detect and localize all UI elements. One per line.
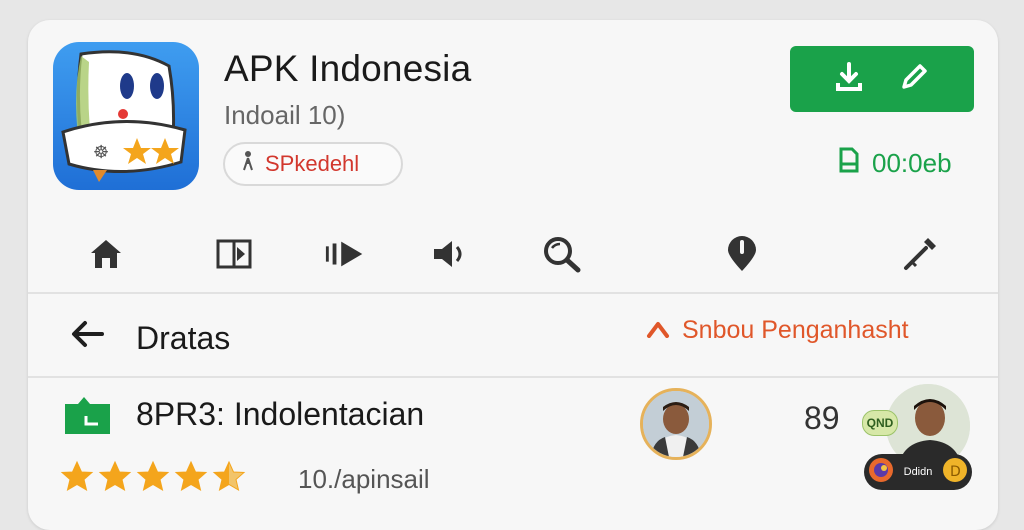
star-icon <box>60 460 94 492</box>
install-button[interactable] <box>790 46 974 112</box>
person-icon <box>241 150 255 178</box>
developer-name: SPkedehl <box>265 151 360 176</box>
user-badge: Ddidn D <box>864 454 972 490</box>
app-icon[interactable]: ☸ <box>53 42 199 190</box>
star-icon <box>212 460 246 492</box>
section-title: Dratas <box>136 320 231 356</box>
download-icon <box>834 61 864 98</box>
volume-icon[interactable] <box>428 232 472 276</box>
coin-icon: D <box>940 455 970 490</box>
search-icon[interactable] <box>540 232 584 276</box>
size-info: 00:0eb <box>838 146 952 181</box>
tools-icon[interactable] <box>898 232 942 276</box>
rating-label: 10./apinsail <box>298 464 430 494</box>
back-button[interactable] <box>68 316 108 356</box>
file-icon <box>838 146 860 181</box>
firefox-icon <box>866 455 896 490</box>
rating-stars <box>60 460 246 494</box>
star-icon <box>98 460 132 492</box>
review-count: 89 <box>804 400 840 436</box>
review-title: 8PR3: Indolentacian <box>136 396 425 432</box>
developer-chip[interactable]: SPkedehl <box>223 142 403 186</box>
edit-icon <box>898 61 930 98</box>
status-badge: QND <box>862 410 898 436</box>
avatar[interactable] <box>640 388 712 460</box>
caret-up-icon <box>646 316 670 345</box>
badge-label: Ddidn <box>903 466 933 478</box>
star-icon <box>174 460 208 492</box>
divider <box>28 376 998 378</box>
svg-text:D: D <box>950 464 961 480</box>
split-view-icon[interactable] <box>212 232 256 276</box>
media-icon[interactable] <box>324 232 368 276</box>
action-row <box>28 220 998 290</box>
report-label: Snbou Penganhasht <box>682 316 909 344</box>
divider <box>28 292 998 294</box>
home-icon[interactable] <box>84 232 128 276</box>
star-icon <box>136 460 170 492</box>
app-title: APK Indonesia <box>224 48 472 89</box>
arrow-left-icon <box>70 319 106 354</box>
svg-text:☸: ☸ <box>93 142 109 163</box>
report-link[interactable]: Snbou Penganhasht <box>646 316 909 345</box>
chat-icon <box>62 394 116 438</box>
location-icon[interactable] <box>720 232 764 276</box>
size-label: 00:0eb <box>872 148 952 178</box>
app-card: ☸ APK Indonesia Indoail 10) SPkedehl 00:… <box>28 20 998 530</box>
app-subtitle: Indoail 10) <box>224 100 346 130</box>
